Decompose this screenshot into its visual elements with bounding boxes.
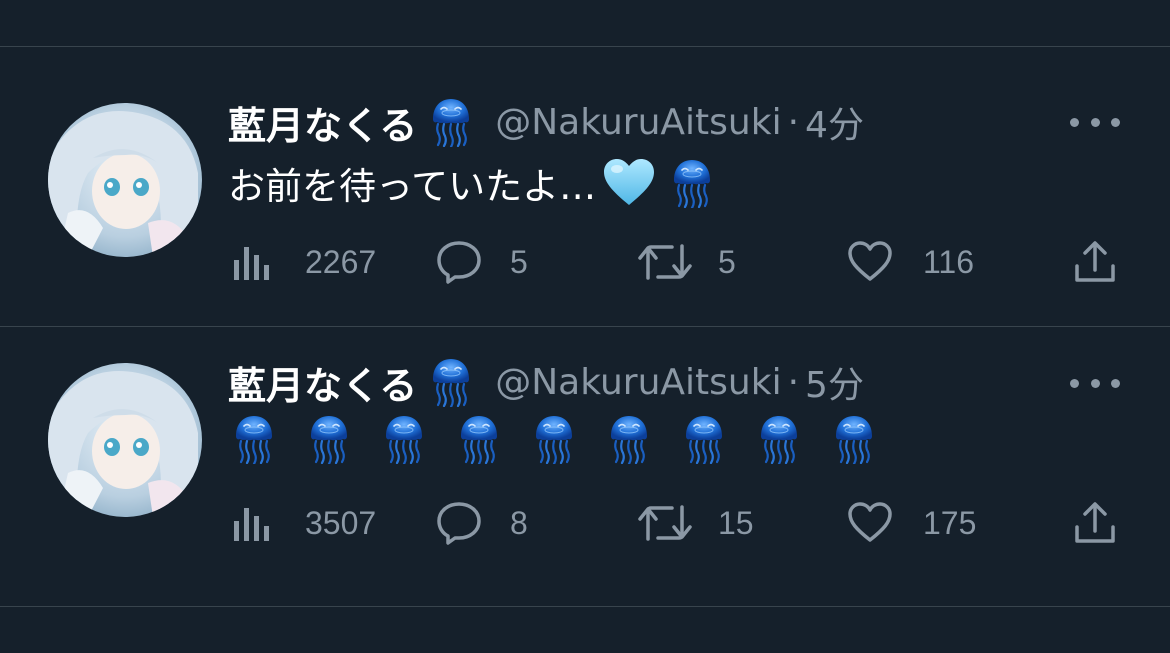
dot-icon [1111, 378, 1120, 388]
tweet-text [232, 413, 876, 473]
tweet-2[interactable]: 藍月なくる @NakuruAitsuki · 5分 3507 8 15 175 [0, 327, 1170, 607]
dot-icon [1090, 378, 1100, 388]
retweet-icon [638, 505, 692, 541]
reply-icon [437, 241, 481, 284]
views-icon [234, 508, 269, 541]
tweet-text-content: お前を待っていたよ… [228, 165, 597, 208]
tweet-header: 藍月なくる @NakuruAitsuki · 5分 [228, 357, 864, 407]
jellyfish-icon [757, 413, 801, 465]
jellyfish-icon [232, 413, 276, 465]
divider-bottom [0, 606, 1170, 607]
share-button[interactable] [1073, 500, 1117, 546]
tweet-header: 藍月なくる @NakuruAitsuki · 4分 [228, 97, 864, 147]
jellyfish-icon [670, 157, 714, 209]
jellyfish-badge-icon [429, 357, 473, 407]
jellyfish-icon [607, 413, 651, 465]
timestamp[interactable]: 5分 [805, 356, 864, 408]
tweet-actions: 3507 8 15 175 [0, 500, 1170, 546]
separator: · [787, 101, 800, 143]
views-action[interactable]: 2267 [233, 239, 376, 285]
like-count: 116 [923, 243, 975, 280]
light-blue-heart-icon [602, 157, 656, 209]
reply-icon [437, 502, 481, 545]
jellyfish-icon [382, 413, 426, 465]
views-action[interactable]: 3507 [233, 500, 376, 546]
jellyfish-icon [532, 413, 576, 465]
handle[interactable]: @NakuruAitsuki [495, 102, 781, 143]
tweet-text: お前を待っていたよ… [228, 153, 714, 213]
share-icon [1075, 241, 1115, 282]
dot-icon [1070, 117, 1079, 127]
more-options-button[interactable] [1070, 373, 1120, 393]
views-count: 3507 [305, 504, 377, 541]
avatar[interactable] [48, 363, 202, 517]
jellyfish-icon [457, 413, 501, 465]
views-icon [234, 247, 269, 280]
jellyfish-icon [832, 413, 876, 465]
like-count: 175 [923, 504, 977, 541]
dot-icon [1111, 117, 1120, 127]
like-button[interactable]: 116 [847, 239, 974, 285]
like-button[interactable]: 175 [847, 500, 976, 546]
more-options-button[interactable] [1070, 112, 1120, 132]
handle[interactable]: @NakuruAitsuki [495, 362, 781, 403]
heart-icon [848, 241, 892, 281]
separator: · [787, 361, 800, 403]
share-icon [1075, 502, 1115, 543]
display-name[interactable]: 藍月なくる [228, 95, 417, 150]
dot-icon [1070, 378, 1079, 388]
reply-button[interactable]: 5 [436, 239, 528, 285]
dot-icon [1090, 117, 1100, 127]
retweet-count: 5 [718, 243, 736, 280]
jellyfish-icon [307, 413, 351, 465]
jellyfish-badge-icon [429, 97, 473, 147]
jellyfish-icon [682, 413, 726, 465]
tweet-1[interactable]: 藍月なくる @NakuruAitsuki · 4分 お前を待っていたよ… 226… [0, 47, 1170, 327]
retweet-count: 15 [718, 504, 754, 541]
tweet-actions: 2267 5 5 116 [0, 239, 1170, 285]
reply-count: 8 [510, 504, 528, 541]
views-count: 2267 [305, 243, 377, 280]
avatar[interactable] [48, 103, 202, 257]
timestamp[interactable]: 4分 [805, 96, 864, 148]
share-button[interactable] [1073, 239, 1117, 285]
display-name[interactable]: 藍月なくる [228, 355, 417, 410]
reply-count: 5 [510, 243, 528, 280]
retweet-button[interactable]: 5 [638, 239, 736, 285]
heart-icon [848, 502, 892, 542]
reply-button[interactable]: 8 [436, 500, 528, 546]
retweet-button[interactable]: 15 [638, 500, 754, 546]
retweet-icon [638, 244, 692, 280]
